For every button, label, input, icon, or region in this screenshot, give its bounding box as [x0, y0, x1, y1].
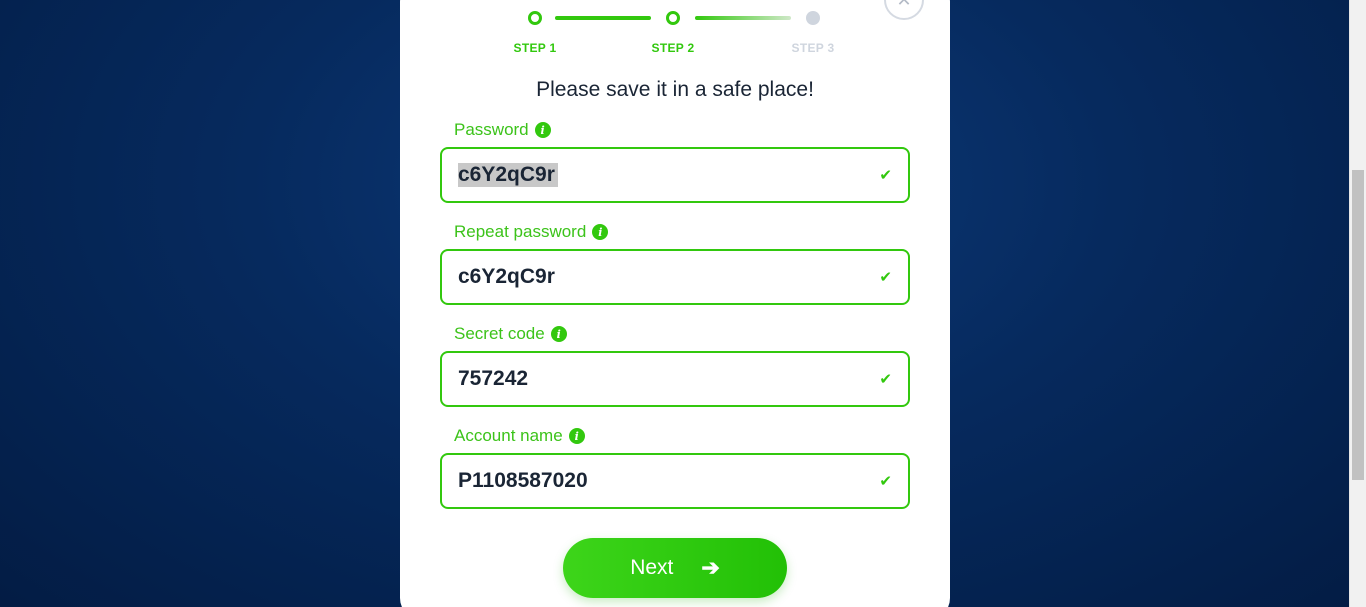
- password-input[interactable]: [458, 163, 880, 187]
- step-3-label: STEP 3: [791, 41, 835, 55]
- check-icon: ✔: [879, 268, 892, 286]
- info-icon[interactable]: i: [592, 224, 609, 240]
- signup-modal: ✕ STEP 1 STEP 2 STEP 3 Please save it in…: [400, 0, 950, 607]
- page-scrollbar[interactable]: [1349, 0, 1366, 607]
- page-title: Please save it in a safe place!: [536, 78, 814, 101]
- step-2-connector: [695, 16, 791, 20]
- next-button-label: Next: [630, 556, 674, 579]
- step-2-label: STEP 2: [651, 41, 695, 55]
- account-name-field[interactable]: ✔: [440, 453, 910, 509]
- step-2-dot: [666, 11, 680, 25]
- step-1-connector: [555, 16, 651, 20]
- check-icon: ✔: [879, 166, 892, 184]
- step-3-dot: [806, 11, 820, 25]
- info-icon[interactable]: i: [568, 428, 585, 444]
- repeat-password-input[interactable]: [458, 265, 880, 289]
- repeat-password-label: Repeat password i: [454, 222, 609, 242]
- account-name-label-text: Account name: [454, 426, 563, 445]
- check-icon: ✔: [879, 472, 892, 490]
- account-name-label: Account name i: [454, 426, 585, 446]
- secret-code-label-text: Secret code: [454, 324, 545, 343]
- progress-stepper: STEP 1 STEP 2 STEP 3: [400, 0, 950, 60]
- check-icon: ✔: [879, 370, 892, 388]
- repeat-password-field[interactable]: ✔: [440, 249, 910, 305]
- info-icon[interactable]: i: [550, 326, 567, 342]
- step-1-dot: [528, 11, 542, 25]
- secret-code-field[interactable]: ✔: [440, 351, 910, 407]
- password-label-text: Password: [454, 120, 529, 139]
- scrollbar-thumb[interactable]: [1352, 170, 1364, 480]
- arrow-right-icon: ➔: [701, 555, 720, 580]
- secret-code-input[interactable]: [458, 367, 880, 391]
- account-name-input[interactable]: [458, 469, 880, 493]
- repeat-password-label-text: Repeat password: [454, 222, 587, 241]
- password-label: Password i: [454, 120, 551, 140]
- secret-code-label: Secret code i: [454, 324, 567, 344]
- password-field[interactable]: ✔: [440, 147, 910, 203]
- next-button[interactable]: Next ➔: [563, 538, 787, 598]
- info-icon[interactable]: i: [534, 122, 551, 138]
- step-1-label: STEP 1: [513, 41, 557, 55]
